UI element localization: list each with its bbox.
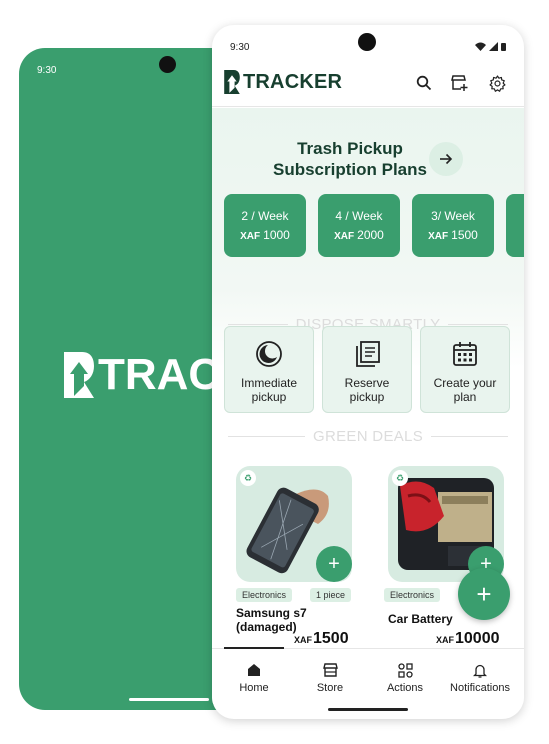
plan-price: XAF 1500 [428, 228, 478, 242]
deals-heading: GREEN DEALS [228, 428, 508, 445]
status-time: 9:30 [37, 65, 57, 76]
action-label: Create your plan [433, 376, 497, 404]
app-bar: TRACKER [212, 65, 524, 107]
gesture-bar [129, 698, 209, 701]
app-logo: TRACKER [222, 69, 342, 95]
divider [431, 436, 508, 437]
stage: 9:30 TRACKER 9:30 [0, 0, 549, 744]
logo-mark-icon [224, 70, 240, 94]
plan-price: XAF 2000 [334, 228, 384, 242]
deal-price: XAF10000 [436, 630, 500, 647]
plan-card[interactable]: 3/ Week XAF 1500 [412, 194, 494, 257]
moon-icon [256, 341, 282, 367]
add-to-cart-button[interactable]: + [316, 546, 352, 582]
category-tag: Electronics [236, 588, 293, 602]
active-indicator [224, 647, 284, 649]
camera-cutout [358, 33, 376, 51]
store-add-icon [451, 75, 468, 91]
home-phone: 9:30 TRACKER Trash Pickup Subscription P… [212, 25, 524, 719]
gear-icon [488, 74, 506, 92]
calendar-icon [453, 342, 477, 366]
nav-label: Actions [386, 682, 424, 694]
bottom-nav: Home Store Actions Notifications [212, 647, 524, 704]
actions-icon [397, 662, 413, 678]
wifi-icon [475, 42, 486, 51]
home-content: Trash Pickup Subscription Plans 2 / Week… [212, 108, 524, 648]
nav-label: Home [239, 682, 269, 694]
subscription-title: Trash Pickup Subscription Plans [273, 139, 427, 179]
home-icon [248, 664, 260, 676]
plan-frequency: 3/ Week [431, 209, 475, 223]
plan-card[interactable]: 4 / Week XAF 2000 [318, 194, 400, 257]
subscription-more-button[interactable] [429, 142, 463, 176]
plus-icon: + [476, 578, 492, 609]
plus-icon: + [328, 552, 340, 575]
action-label: Reserve pickup [344, 376, 390, 404]
plan-card-partial[interactable] [506, 194, 524, 257]
status-bar: 9:30 [212, 25, 524, 67]
app-logo-text: TRACKER [243, 70, 343, 93]
documents-icon [356, 341, 380, 367]
arrow-right-icon [440, 153, 453, 165]
recycle-icon: ♻ [240, 470, 256, 486]
gesture-bar [328, 708, 408, 711]
add-fab-button[interactable]: + [458, 568, 510, 620]
nav-label: Store [316, 682, 344, 694]
camera-cutout [159, 56, 176, 73]
divider [448, 324, 509, 325]
subscription-plans: 2 / Week XAF 1000 4 / Week XAF 2000 3/ Wee… [224, 194, 524, 258]
signal-icon [489, 42, 498, 51]
nav-item-notifications[interactable]: Notifications [440, 661, 520, 694]
plan-card[interactable]: 2 / Week XAF 1000 [224, 194, 306, 257]
nav-label: Notifications [450, 682, 510, 694]
deals-heading-text: GREEN DEALS [313, 428, 423, 445]
reserve-pickup-card[interactable]: Reserve pickup [322, 326, 412, 413]
create-plan-card[interactable]: Create your plan [420, 326, 510, 413]
immediate-pickup-card[interactable]: Immediate pickup [224, 326, 314, 413]
deal-price: XAF1500 [294, 630, 349, 647]
battery-icon [501, 43, 506, 51]
add-store-button[interactable] [449, 72, 471, 94]
search-icon [416, 75, 432, 91]
action-label: Immediate pickup [240, 376, 298, 404]
plan-frequency: 2 / Week [241, 209, 289, 223]
search-button[interactable] [413, 72, 435, 94]
logo-mark-icon [64, 352, 94, 398]
nav-item-actions[interactable]: Actions [365, 661, 445, 694]
nav-item-store[interactable]: Store [290, 661, 370, 694]
divider [228, 436, 305, 437]
bell-icon [473, 664, 487, 678]
plan-frequency: 4 / Week [335, 209, 383, 223]
store-icon [322, 663, 338, 677]
nav-item-home[interactable]: Home [214, 661, 294, 694]
recycle-icon: ♻ [392, 470, 408, 486]
category-tag: Electronics [384, 588, 441, 602]
plan-price: XAF 1000 [240, 228, 290, 242]
status-time: 9:30 [230, 42, 250, 53]
divider [228, 324, 288, 325]
settings-button[interactable] [486, 72, 508, 94]
quantity-tag: 1 piece [310, 588, 352, 602]
system-icons [475, 42, 506, 51]
